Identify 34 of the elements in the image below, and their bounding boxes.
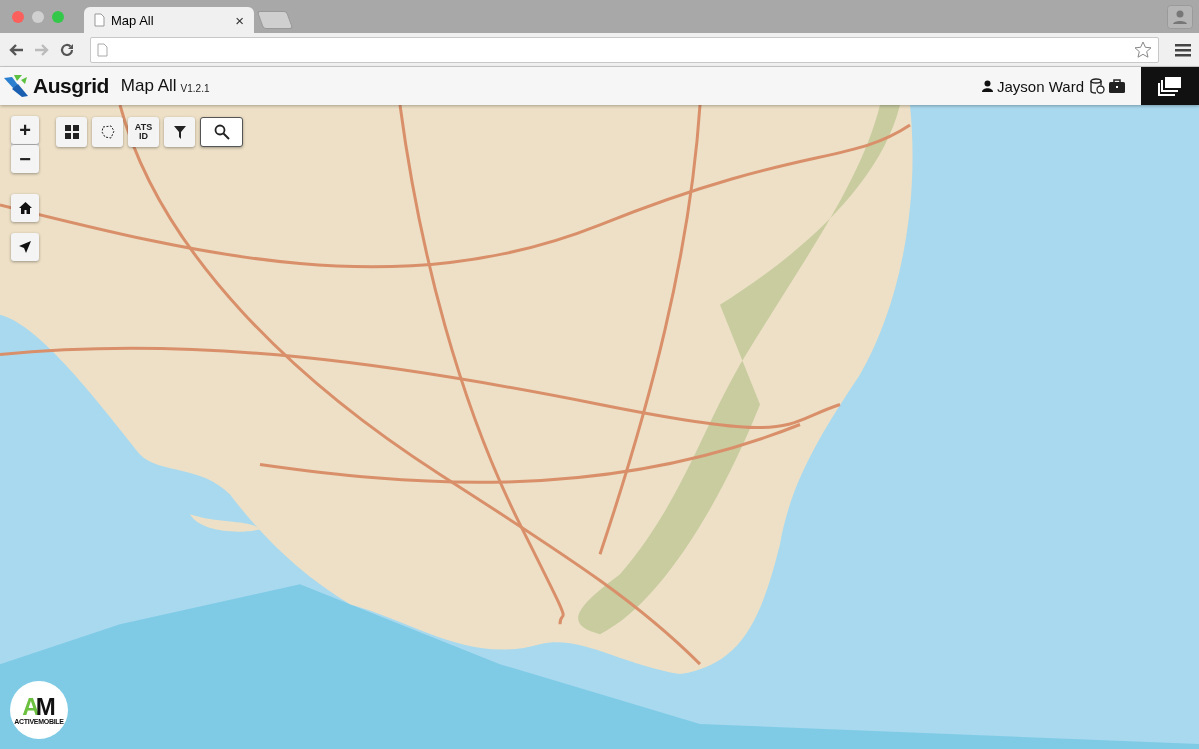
user-name[interactable]: Jayson Ward xyxy=(997,77,1084,95)
grid-tool-button[interactable] xyxy=(56,117,87,147)
briefcase-icon[interactable] xyxy=(1109,79,1125,93)
logo-icon xyxy=(3,74,29,98)
star-icon[interactable] xyxy=(1134,40,1152,59)
address-field[interactable] xyxy=(90,36,1159,63)
version-label: V1.2.1 xyxy=(180,82,210,94)
reload-icon[interactable] xyxy=(60,42,74,57)
filter-tool-button[interactable] xyxy=(164,117,195,147)
search-icon xyxy=(213,124,230,140)
lasso-tool-button[interactable] xyxy=(92,117,123,147)
location-arrow-icon xyxy=(19,241,31,253)
home-button[interactable] xyxy=(11,194,39,222)
user-icon xyxy=(982,80,993,92)
layers-icon xyxy=(1158,76,1182,96)
lasso-icon xyxy=(99,124,116,140)
database-icon[interactable] xyxy=(1090,78,1105,94)
brand-name: Ausgrid xyxy=(33,74,109,98)
zoom-out-button[interactable]: − xyxy=(11,145,39,173)
grid-icon xyxy=(64,125,79,139)
menu-icon[interactable] xyxy=(1175,42,1191,57)
browser-tab[interactable]: Map All × xyxy=(84,7,254,33)
back-icon[interactable] xyxy=(8,42,24,57)
document-icon xyxy=(97,42,108,57)
close-tab-button[interactable]: × xyxy=(235,11,244,29)
ats-id-search-button[interactable]: ATS ID xyxy=(128,117,159,147)
filter-icon xyxy=(173,125,186,139)
zoom-in-button[interactable]: + xyxy=(11,116,39,144)
home-icon xyxy=(18,202,32,214)
app-title: Map All xyxy=(120,76,177,96)
locate-button[interactable] xyxy=(11,233,39,261)
layers-button[interactable] xyxy=(1141,67,1199,105)
search-tool-button[interactable] xyxy=(200,117,243,147)
document-icon xyxy=(94,13,105,27)
